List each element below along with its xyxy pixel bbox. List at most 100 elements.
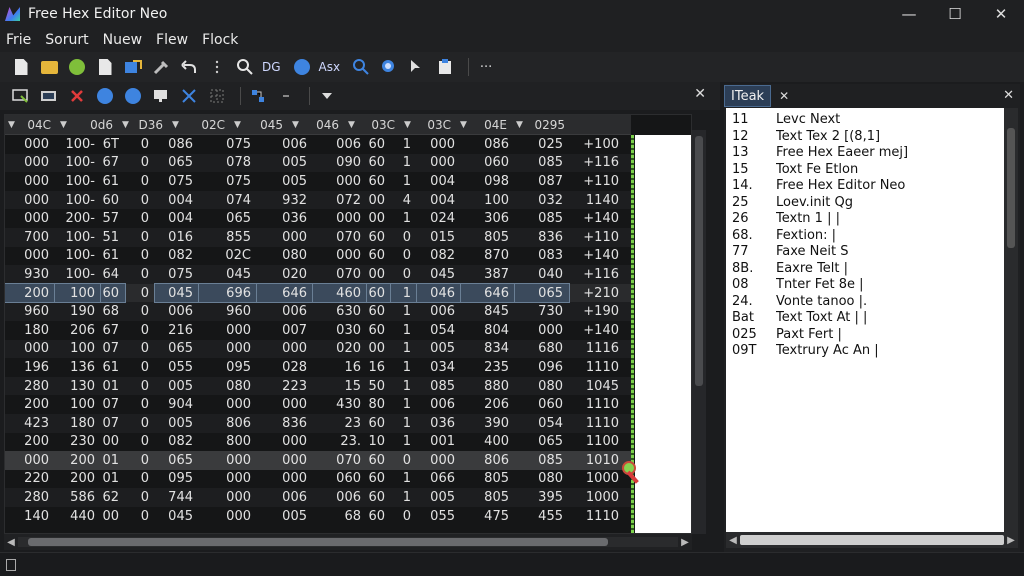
hex-cell[interactable]: 100- (55, 172, 101, 191)
hex-cell[interactable]: 004 (417, 191, 461, 210)
hex-cell[interactable]: 646 (460, 282, 516, 304)
hex-cell[interactable]: 005 (417, 340, 461, 359)
hex-cell[interactable]: 078 (199, 154, 257, 173)
grid-button[interactable] (206, 85, 228, 107)
hex-cell[interactable]: 836 (257, 414, 313, 433)
hex-cell[interactable]: 00 (101, 433, 125, 452)
text-line[interactable]: Bat Text Toxt At | | (726, 310, 1004, 327)
hex-cell[interactable]: 60 (367, 470, 391, 489)
hex-row[interactable]: 960 190 68 0 006 960 006 630 60 1 006 845 730 +190 (5, 302, 631, 321)
text-line[interactable]: 15 Toxt Fe Etlon (726, 162, 1004, 179)
hex-cell[interactable]: 216 (155, 321, 199, 340)
hex-cell[interactable]: 045 (154, 282, 200, 304)
find-prev-button[interactable] (378, 56, 400, 78)
text-line[interactable]: 25 Loev.init Qg (726, 195, 1004, 212)
hex-cell[interactable]: 000 (417, 451, 461, 470)
text-line[interactable]: 68. Fextion: | (726, 228, 1004, 245)
hex-cell[interactable]: 028 (257, 358, 313, 377)
text-line[interactable]: 09T Textrury Ac An | (726, 343, 1004, 360)
hex-cell[interactable]: 200 (5, 282, 56, 304)
hex-cell[interactable]: 100- (55, 247, 101, 266)
minimize-button[interactable]: — (886, 0, 932, 28)
text-line[interactable]: 77 Faxe Neit S (726, 244, 1004, 261)
toolbar-asx-label[interactable]: Asx (319, 60, 341, 74)
hex-cell[interactable]: 60 (367, 154, 391, 173)
monitor-button[interactable] (150, 85, 172, 107)
hex-row[interactable]: 000 100- 60 0 004 074 932 072 00 4 004 100 032 1140 (5, 190, 631, 210)
hex-cell[interactable]: 206 (55, 321, 101, 340)
hex-cell[interactable]: 0 (125, 154, 155, 173)
hex-cell[interactable]: 006 (257, 302, 313, 321)
text-panel-horizontal-scrollbar[interactable]: ◀ ▶ (726, 532, 1018, 548)
hex-cell[interactable]: 040 (515, 265, 569, 284)
hex-cell[interactable]: 00 (367, 265, 391, 284)
hex-cell[interactable]: 400 (461, 433, 515, 452)
hex-cell[interactable]: 006 (417, 395, 461, 414)
scroll-left-arrow-icon[interactable]: ◀ (4, 537, 18, 548)
hex-cell[interactable]: 082 (417, 247, 461, 266)
hex-cell[interactable]: 196 (5, 358, 55, 377)
hex-cell[interactable]: 036 (417, 414, 461, 433)
hex-cell[interactable]: 0 (125, 433, 155, 452)
hex-cell[interactable]: 50 (367, 377, 391, 396)
hex-cell[interactable]: 000 (5, 451, 55, 470)
more-button[interactable]: ··· (475, 56, 497, 78)
hex-cell[interactable]: 000 (313, 172, 367, 191)
hex-cell[interactable]: 046 (416, 282, 462, 304)
hex-cell[interactable]: 045 (417, 265, 461, 284)
hex-cell[interactable]: 423 (5, 414, 55, 433)
hex-cell[interactable]: 006 (257, 135, 313, 154)
hex-cell[interactable]: 000 (199, 395, 257, 414)
hex-cell[interactable]: 1100 (569, 433, 625, 452)
hex-cell[interactable]: 100- (55, 135, 101, 154)
hex-cell[interactable]: 100 (461, 191, 515, 210)
dropdown-button[interactable] (316, 85, 338, 107)
hex-row[interactable]: 700 100- 51 0 016 855 000 070 60 0 015 805 836 +110 (5, 227, 631, 247)
hex-cell[interactable]: 006 (155, 302, 199, 321)
hex-column-header-cell[interactable]: ▼ 02C (169, 115, 231, 135)
select-button[interactable] (10, 85, 32, 107)
hex-row[interactable]: 000 100- 67 0 065 078 005 090 60 1 000 060 085 +116 (5, 153, 631, 173)
hex-cell[interactable]: 004 (417, 172, 461, 191)
text-line[interactable]: 11 Levc Next (726, 112, 1004, 129)
hex-row[interactable]: 423 180 07 0 005 806 836 23 60 1 036 390 054 1110 (5, 413, 631, 433)
hex-cell[interactable]: 0 (125, 507, 155, 526)
text-line[interactable]: 26 Textn 1 | | (726, 211, 1004, 228)
hex-cell[interactable]: 000 (199, 488, 257, 507)
hex-row[interactable]: 280 586 62 0 744 000 006 006 60 1 005 805 395 1000 (5, 488, 631, 507)
hex-row[interactable]: 200 100 07 0 904 000 000 430 80 1 006 206 060 1110 (5, 395, 631, 414)
hex-cell[interactable]: 870 (461, 247, 515, 266)
hex-cell[interactable]: 60 (367, 451, 391, 470)
hex-cell[interactable]: 630 (313, 302, 367, 321)
hex-cell[interactable]: 080 (515, 377, 569, 396)
hex-cell[interactable]: 0 (125, 247, 155, 266)
hex-cell[interactable]: 0 (125, 377, 155, 396)
hex-cell[interactable]: 805 (461, 228, 515, 247)
hex-cell[interactable]: 15 (313, 377, 367, 396)
hex-row[interactable]: 000 100- 6T 0 086 075 006 006 60 1 000 086 025 +100 (5, 135, 631, 154)
hex-cell[interactable]: +110 (569, 228, 625, 247)
hex-cell[interactable]: 000 (417, 135, 461, 154)
hex-cell[interactable]: 005 (155, 377, 199, 396)
hex-column-header-cell[interactable]: ▼ 0d6 (57, 115, 119, 135)
hex-row[interactable]: 000 200 01 0 065 000 000 070 60 0 000 806 085 1010 (5, 451, 631, 470)
text-panel-tab-close-button[interactable]: ✕ (779, 89, 789, 103)
hex-cell[interactable]: 136 (55, 358, 101, 377)
sort-arrow-icon[interactable]: ▼ (404, 120, 411, 130)
hex-cell[interactable]: 200 (5, 395, 55, 414)
hex-cell[interactable]: 10 (367, 433, 391, 452)
hex-cell[interactable]: 1 (391, 154, 417, 173)
hex-cell[interactable]: 1 (391, 358, 417, 377)
hex-cell[interactable]: 1 (391, 209, 417, 228)
hex-cell[interactable]: 1 (391, 377, 417, 396)
text-panel-vertical-scrollbar[interactable] (1004, 108, 1018, 532)
hex-cell[interactable]: 086 (155, 135, 199, 154)
window-button[interactable] (38, 85, 60, 107)
hex-cell[interactable]: 880 (461, 377, 515, 396)
hex-cell[interactable]: 005 (257, 154, 313, 173)
sort-arrow-icon[interactable]: ▼ (60, 120, 67, 130)
menu-new[interactable]: Nuew (103, 32, 142, 48)
text-scroll-left-arrow-icon[interactable]: ◀ (726, 535, 740, 546)
find-replace-button[interactable] (291, 56, 313, 78)
hex-row[interactable]: 930 100- 64 0 075 045 020 070 00 0 045 387 040 +116 (5, 265, 631, 284)
